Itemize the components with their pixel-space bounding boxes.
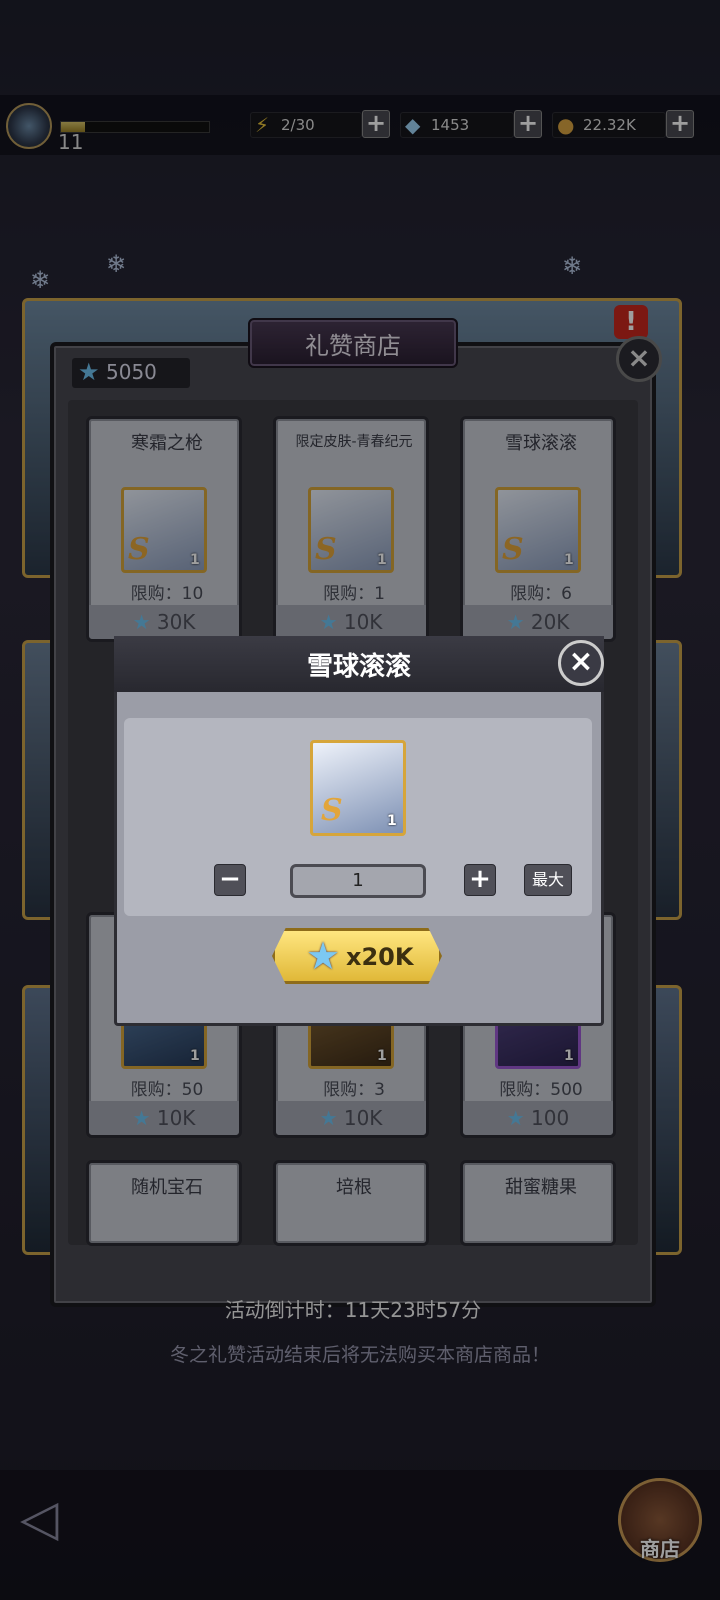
decrease-quantity-button[interactable]: − xyxy=(214,864,246,896)
quantity-input[interactable]: 1 xyxy=(290,864,426,898)
max-quantity-button[interactable]: 最大 xyxy=(524,864,572,896)
buy-price-label: x20K xyxy=(346,943,414,971)
rank-s-icon: S xyxy=(321,793,343,828)
item-qty: 1 xyxy=(387,813,397,829)
purchase-dialog-title: 雪球滚滚 xyxy=(306,652,411,682)
increase-quantity-button[interactable]: + xyxy=(464,864,496,896)
star-currency-icon: ★ xyxy=(306,934,341,978)
close-icon[interactable]: × xyxy=(558,640,604,686)
purchase-item-thumbnail: S 1 xyxy=(310,740,406,836)
